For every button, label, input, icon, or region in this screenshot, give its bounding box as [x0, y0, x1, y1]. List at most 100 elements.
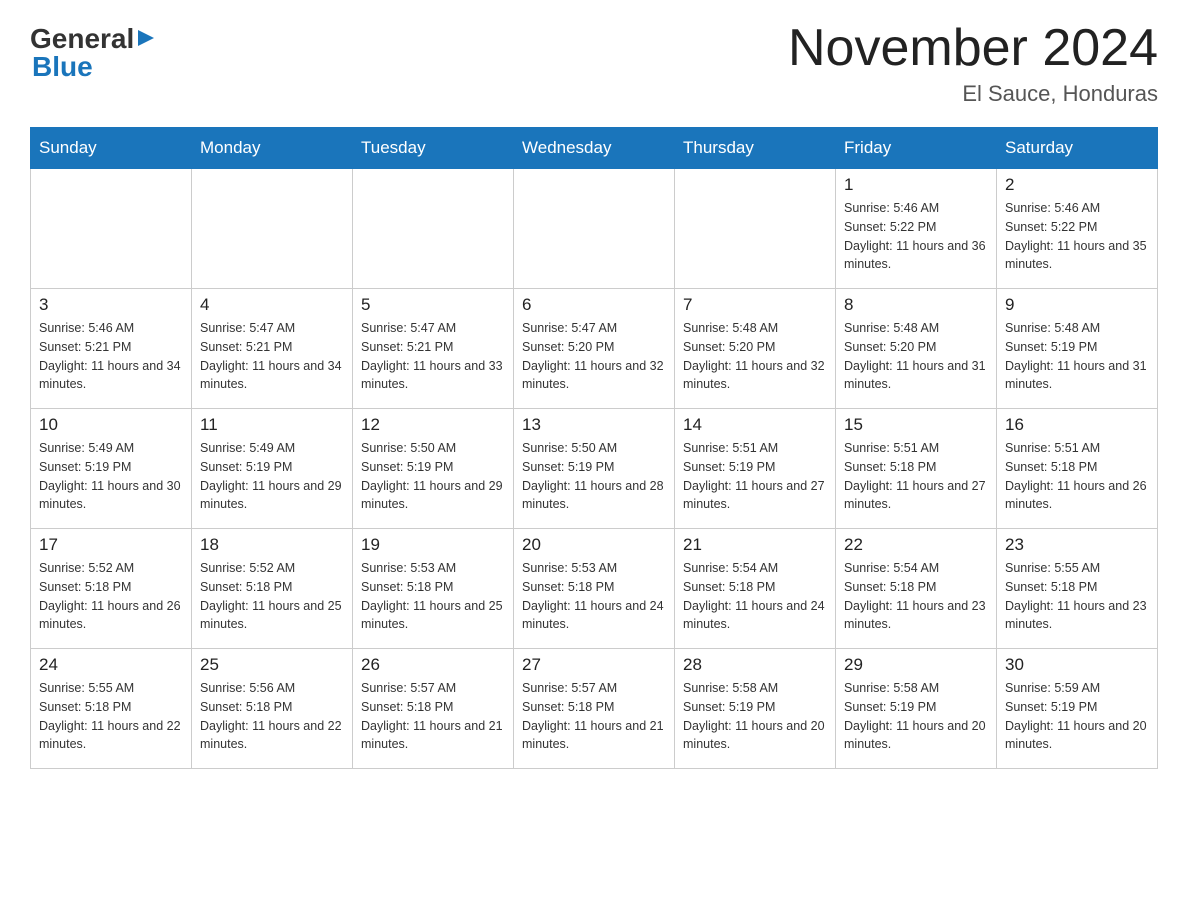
calendar-cell: 30 Sunrise: 5:59 AMSunset: 5:19 PMDayligh… [997, 649, 1158, 769]
day-number: 5 [361, 295, 505, 315]
day-info: Sunrise: 5:55 AMSunset: 5:18 PMDaylight:… [39, 679, 183, 754]
day-number: 8 [844, 295, 988, 315]
day-number: 1 [844, 175, 988, 195]
calendar-cell: 18 Sunrise: 5:52 AMSunset: 5:18 PMDayligh… [192, 529, 353, 649]
calendar-cell: 10 Sunrise: 5:49 AMSunset: 5:19 PMDayligh… [31, 409, 192, 529]
calendar-cell: 14 Sunrise: 5:51 AMSunset: 5:19 PMDayligh… [675, 409, 836, 529]
day-info: Sunrise: 5:55 AMSunset: 5:18 PMDaylight:… [1005, 559, 1149, 634]
day-info: Sunrise: 5:47 AMSunset: 5:21 PMDaylight:… [200, 319, 344, 394]
day-number: 23 [1005, 535, 1149, 555]
col-sunday: Sunday [31, 128, 192, 169]
day-info: Sunrise: 5:48 AMSunset: 5:20 PMDaylight:… [844, 319, 988, 394]
day-info: Sunrise: 5:49 AMSunset: 5:19 PMDaylight:… [200, 439, 344, 514]
calendar-table: Sunday Monday Tuesday Wednesday Thursday… [30, 127, 1158, 769]
calendar-cell [353, 169, 514, 289]
day-number: 4 [200, 295, 344, 315]
day-number: 3 [39, 295, 183, 315]
calendar-cell: 7 Sunrise: 5:48 AMSunset: 5:20 PMDaylight… [675, 289, 836, 409]
calendar-cell: 17 Sunrise: 5:52 AMSunset: 5:18 PMDayligh… [31, 529, 192, 649]
logo-blue-text: Blue [32, 53, 156, 81]
calendar-cell: 29 Sunrise: 5:58 AMSunset: 5:19 PMDayligh… [836, 649, 997, 769]
day-info: Sunrise: 5:47 AMSunset: 5:20 PMDaylight:… [522, 319, 666, 394]
day-number: 10 [39, 415, 183, 435]
day-number: 21 [683, 535, 827, 555]
day-info: Sunrise: 5:46 AMSunset: 5:21 PMDaylight:… [39, 319, 183, 394]
week-row-5: 24 Sunrise: 5:55 AMSunset: 5:18 PMDayligh… [31, 649, 1158, 769]
calendar-cell: 6 Sunrise: 5:47 AMSunset: 5:20 PMDaylight… [514, 289, 675, 409]
logo: General Blue [30, 20, 156, 81]
calendar-cell: 21 Sunrise: 5:54 AMSunset: 5:18 PMDayligh… [675, 529, 836, 649]
day-number: 20 [522, 535, 666, 555]
day-number: 29 [844, 655, 988, 675]
day-number: 18 [200, 535, 344, 555]
calendar-cell: 11Sunrise: 5:49 AMSunset: 5:19 PMDayligh… [192, 409, 353, 529]
day-info: Sunrise: 5:51 AMSunset: 5:19 PMDaylight:… [683, 439, 827, 514]
day-number: 24 [39, 655, 183, 675]
day-info: Sunrise: 5:53 AMSunset: 5:18 PMDaylight:… [361, 559, 505, 634]
col-friday: Friday [836, 128, 997, 169]
day-number: 13 [522, 415, 666, 435]
day-number: 30 [1005, 655, 1149, 675]
calendar-cell: 22Sunrise: 5:54 AMSunset: 5:18 PMDayligh… [836, 529, 997, 649]
day-info: Sunrise: 5:58 AMSunset: 5:19 PMDaylight:… [683, 679, 827, 754]
day-info: Sunrise: 5:59 AMSunset: 5:19 PMDaylight:… [1005, 679, 1149, 754]
col-wednesday: Wednesday [514, 128, 675, 169]
day-info: Sunrise: 5:49 AMSunset: 5:19 PMDaylight:… [39, 439, 183, 514]
day-info: Sunrise: 5:52 AMSunset: 5:18 PMDaylight:… [39, 559, 183, 634]
calendar-cell: 16 Sunrise: 5:51 AMSunset: 5:18 PMDayligh… [997, 409, 1158, 529]
day-info: Sunrise: 5:58 AMSunset: 5:19 PMDaylight:… [844, 679, 988, 754]
calendar-cell: 28 Sunrise: 5:58 AMSunset: 5:19 PMDayligh… [675, 649, 836, 769]
day-info: Sunrise: 5:54 AMSunset: 5:18 PMDaylight:… [683, 559, 827, 634]
day-number: 28 [683, 655, 827, 675]
calendar-cell [675, 169, 836, 289]
calendar-cell [192, 169, 353, 289]
logo-triangle-icon [136, 28, 156, 48]
day-info: Sunrise: 5:53 AMSunset: 5:18 PMDaylight:… [522, 559, 666, 634]
day-number: 12 [361, 415, 505, 435]
day-info: Sunrise: 5:48 AMSunset: 5:20 PMDaylight:… [683, 319, 827, 394]
location-subtitle: El Sauce, Honduras [788, 81, 1158, 107]
day-info: Sunrise: 5:50 AMSunset: 5:19 PMDaylight:… [522, 439, 666, 514]
calendar-cell: 15Sunrise: 5:51 AMSunset: 5:18 PMDayligh… [836, 409, 997, 529]
week-row-3: 10 Sunrise: 5:49 AMSunset: 5:19 PMDayligh… [31, 409, 1158, 529]
day-number: 16 [1005, 415, 1149, 435]
day-number: 19 [361, 535, 505, 555]
week-row-2: 3 Sunrise: 5:46 AMSunset: 5:21 PMDaylight… [31, 289, 1158, 409]
week-row-4: 17 Sunrise: 5:52 AMSunset: 5:18 PMDayligh… [31, 529, 1158, 649]
calendar-cell: 12Sunrise: 5:50 AMSunset: 5:19 PMDayligh… [353, 409, 514, 529]
calendar-cell [31, 169, 192, 289]
day-number: 15 [844, 415, 988, 435]
day-info: Sunrise: 5:46 AMSunset: 5:22 PMDaylight:… [844, 199, 988, 274]
col-tuesday: Tuesday [353, 128, 514, 169]
day-info: Sunrise: 5:54 AMSunset: 5:18 PMDaylight:… [844, 559, 988, 634]
col-saturday: Saturday [997, 128, 1158, 169]
calendar-header-row: Sunday Monday Tuesday Wednesday Thursday… [31, 128, 1158, 169]
title-area: November 2024 El Sauce, Honduras [788, 20, 1158, 107]
day-number: 7 [683, 295, 827, 315]
day-info: Sunrise: 5:48 AMSunset: 5:19 PMDaylight:… [1005, 319, 1149, 394]
calendar-cell: 25 Sunrise: 5:56 AMSunset: 5:18 PMDayligh… [192, 649, 353, 769]
calendar-cell: 13 Sunrise: 5:50 AMSunset: 5:19 PMDayligh… [514, 409, 675, 529]
calendar-cell: 19 Sunrise: 5:53 AMSunset: 5:18 PMDayligh… [353, 529, 514, 649]
day-number: 17 [39, 535, 183, 555]
day-info: Sunrise: 5:46 AMSunset: 5:22 PMDaylight:… [1005, 199, 1149, 274]
day-info: Sunrise: 5:57 AMSunset: 5:18 PMDaylight:… [361, 679, 505, 754]
day-number: 25 [200, 655, 344, 675]
calendar-cell: 3 Sunrise: 5:46 AMSunset: 5:21 PMDaylight… [31, 289, 192, 409]
day-info: Sunrise: 5:56 AMSunset: 5:18 PMDaylight:… [200, 679, 344, 754]
col-monday: Monday [192, 128, 353, 169]
day-number: 27 [522, 655, 666, 675]
week-row-1: 1 Sunrise: 5:46 AMSunset: 5:22 PMDaylight… [31, 169, 1158, 289]
day-number: 2 [1005, 175, 1149, 195]
calendar-cell: 20 Sunrise: 5:53 AMSunset: 5:18 PMDayligh… [514, 529, 675, 649]
page-title: November 2024 [788, 20, 1158, 77]
header: General Blue November 2024 El Sauce, Hon… [30, 20, 1158, 107]
day-info: Sunrise: 5:52 AMSunset: 5:18 PMDaylight:… [200, 559, 344, 634]
day-number: 14 [683, 415, 827, 435]
calendar-cell: 4 Sunrise: 5:47 AMSunset: 5:21 PMDaylight… [192, 289, 353, 409]
day-number: 6 [522, 295, 666, 315]
calendar-cell: 24 Sunrise: 5:55 AMSunset: 5:18 PMDayligh… [31, 649, 192, 769]
day-info: Sunrise: 5:51 AMSunset: 5:18 PMDaylight:… [1005, 439, 1149, 514]
day-number: 9 [1005, 295, 1149, 315]
calendar-cell: 23 Sunrise: 5:55 AMSunset: 5:18 PMDayligh… [997, 529, 1158, 649]
